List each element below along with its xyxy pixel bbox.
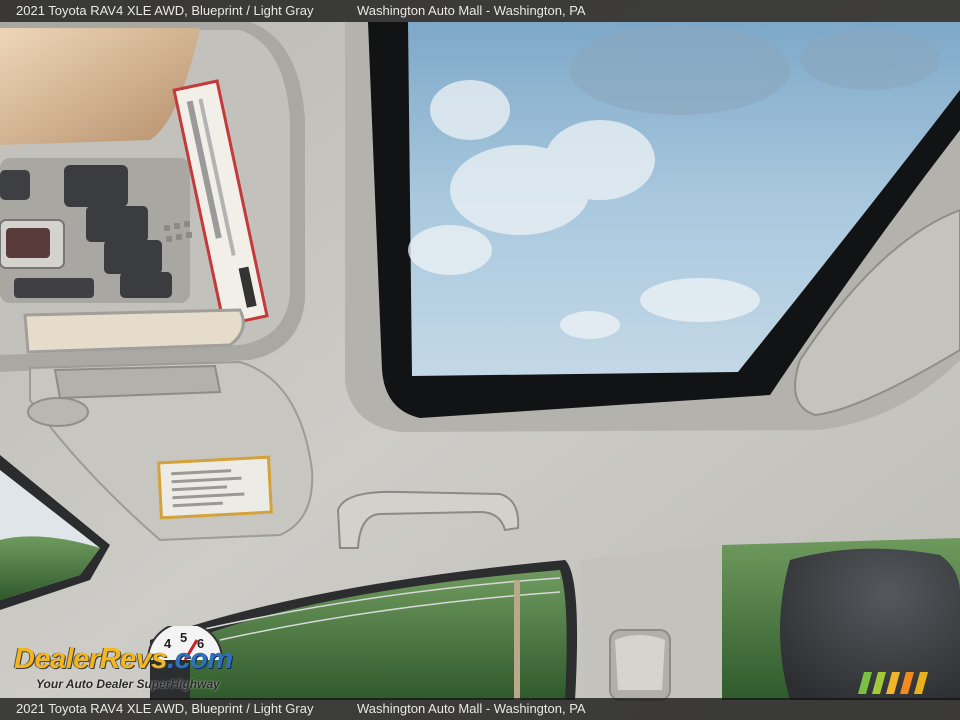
dealerrevs-watermark: 4 5 6 DealerRevs.com Your Auto Dealer Su… xyxy=(12,626,272,696)
caption-bottom: 2021 Toyota RAV4 XLE AWD, Blueprint / Li… xyxy=(0,698,960,720)
lock-button xyxy=(86,206,148,242)
sos-button xyxy=(104,240,162,274)
seat-button xyxy=(64,165,128,207)
photo-frame: 2021 Toyota RAV4 XLE AWD, Blueprint / Li… xyxy=(0,0,960,720)
caption-top: 2021 Toyota RAV4 XLE AWD, Blueprint / Li… xyxy=(0,0,960,22)
stripes-icon xyxy=(858,672,928,694)
mic-button xyxy=(120,272,172,298)
interior-photo xyxy=(0,0,960,720)
b-pillar xyxy=(580,545,730,701)
logo-tagline: Your Auto Dealer SuperHighway xyxy=(36,677,220,691)
vehicle-caption: 2021 Toyota RAV4 XLE AWD, Blueprint / Li… xyxy=(16,3,314,18)
sunroof xyxy=(345,22,960,432)
dealer-caption: Washington Auto Mall - Washington, PA xyxy=(357,3,586,18)
rear-lamp xyxy=(23,308,245,354)
vehicle-caption-bottom: 2021 Toyota RAV4 XLE AWD, Blueprint / Li… xyxy=(16,701,314,716)
logo-word-com: .com xyxy=(167,643,233,675)
logo-word-dealer: Dealer xyxy=(14,643,100,675)
dealer-caption-bottom: Washington Auto Mall - Washington, PA xyxy=(357,701,586,716)
logo-word-revs: Revs xyxy=(99,643,168,675)
overhead-console xyxy=(0,22,305,372)
logo-wordmark: DealerRevs.com xyxy=(14,644,233,674)
